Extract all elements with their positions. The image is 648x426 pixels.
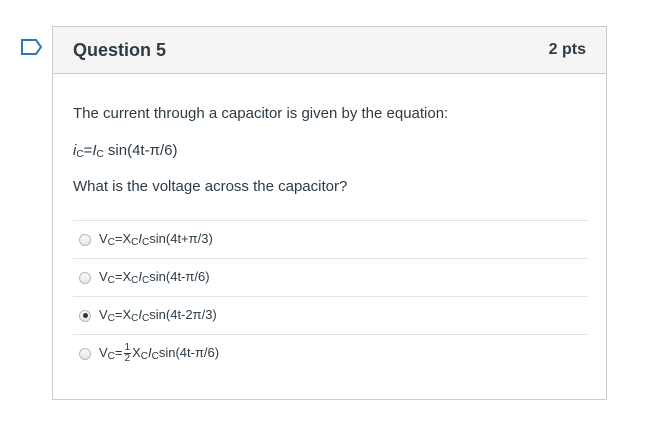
answer-option-3[interactable]: VC=XCICsin(4t-2π/3) bbox=[73, 296, 588, 334]
answer-label: VC=XCICsin(4t-2π/3) bbox=[99, 307, 217, 324]
radio-button-selected[interactable] bbox=[79, 309, 91, 322]
question-card: Question 5 2 pts The current through a c… bbox=[52, 26, 607, 400]
question-equation: iC=IC sin(4t-π/6) bbox=[73, 142, 178, 160]
fraction: 12 bbox=[123, 342, 132, 364]
answer-option-2[interactable]: VC=XCICsin(4t-π/6) bbox=[73, 258, 588, 296]
answer-label: VC=XCICsin(4t+π/3) bbox=[99, 231, 213, 248]
answer-label: VC=XCICsin(4t-π/6) bbox=[99, 269, 210, 286]
answer-list: VC=XCICsin(4t+π/3) VC=XCICsin(4t-π/6) VC… bbox=[73, 220, 588, 372]
question-header: Question 5 2 pts bbox=[53, 27, 606, 74]
radio-button[interactable] bbox=[79, 271, 91, 284]
bookmark-flag-icon[interactable] bbox=[21, 39, 43, 55]
question-subprompt: What is the voltage across the capacitor… bbox=[73, 178, 348, 195]
answer-option-1[interactable]: VC=XCICsin(4t+π/3) bbox=[73, 220, 588, 258]
radio-button[interactable] bbox=[79, 233, 91, 246]
answer-label: VC= 1 2 XCICsin(4t-π/6) bbox=[99, 342, 220, 364]
question-title: Question 5 bbox=[73, 39, 167, 60]
question-points: 2 pts bbox=[548, 41, 586, 58]
answer-option-4[interactable]: VC= 1 2 XCICsin(4t-π/6) bbox=[73, 334, 588, 372]
radio-button[interactable] bbox=[79, 347, 91, 360]
question-prompt: The current through a capacitor is given… bbox=[73, 105, 449, 122]
